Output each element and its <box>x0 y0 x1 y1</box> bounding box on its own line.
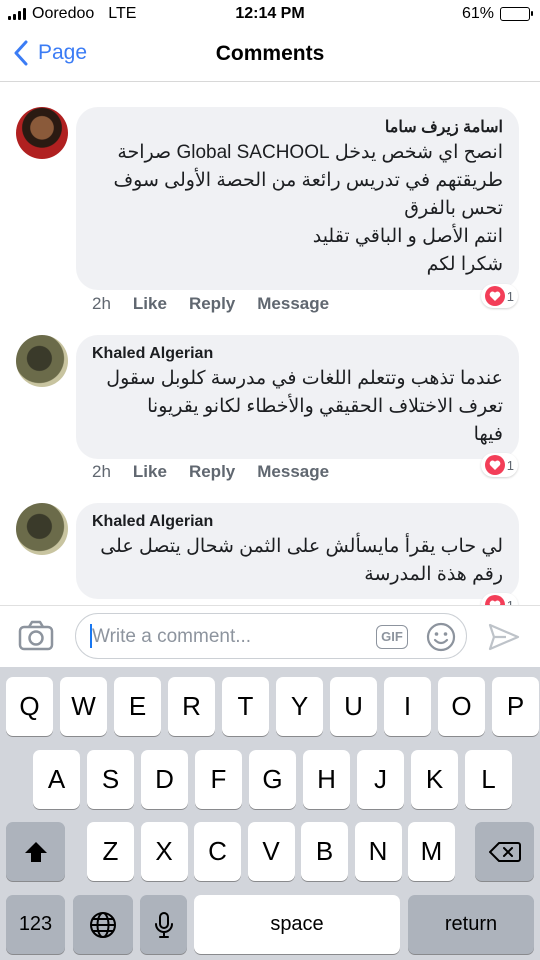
reaction-count[interactable]: 1 <box>480 593 518 606</box>
status-time: 12:14 PM <box>235 5 305 22</box>
message-button[interactable]: Message <box>257 294 329 314</box>
comment-line: طريقتهم في تدريس رائعة من الحصة الأولى س… <box>113 170 503 191</box>
comment-text: انصح اي شخص يدخل Global SACHOOL صراحة طر… <box>92 139 503 279</box>
backspace-icon <box>488 841 521 862</box>
key-w[interactable]: W <box>60 677 107 736</box>
avatar[interactable] <box>16 107 68 159</box>
key-p[interactable]: P <box>492 677 539 736</box>
reply-button[interactable]: Reply <box>189 462 235 482</box>
comment-line: تعرف الاختلاف الحقيقي والأخطاء لكانو يقر… <box>147 396 503 417</box>
comments-list[interactable]: اسامة زيرف ساما انصح اي شخص يدخل Global … <box>0 83 540 605</box>
backspace-key[interactable] <box>475 822 534 881</box>
key-o[interactable]: O <box>438 677 485 736</box>
key-c[interactable]: C <box>194 822 241 881</box>
globe-icon <box>90 911 116 938</box>
key-j[interactable]: J <box>357 750 404 809</box>
key-v[interactable]: V <box>247 822 295 881</box>
status-bar: Ooredoo LTE 12:14 PM 61% <box>0 0 540 30</box>
like-button[interactable]: Like <box>133 294 167 314</box>
battery-percent: 61% <box>461 5 494 22</box>
comment-line: عندما تذهب وتتعلم اللغات في مدرسة كلوبل … <box>106 368 503 389</box>
screen: Ooredoo LTE 12:14 PM 61% Page Comments ا… <box>0 0 540 960</box>
reaction-number: 1 <box>506 597 514 606</box>
key-n[interactable]: N <box>354 822 402 881</box>
page-title: Comments <box>215 42 325 65</box>
dictation-key[interactable] <box>140 895 187 954</box>
key-r[interactable]: R <box>168 677 215 736</box>
send-icon[interactable] <box>488 623 520 651</box>
like-button[interactable]: Like <box>133 462 167 482</box>
key-a[interactable]: A <box>33 750 80 809</box>
key-t[interactable]: T <box>222 677 269 736</box>
key-d[interactable]: D <box>141 750 188 809</box>
comment-bubble[interactable]: Khaled Algerian لي حاب يقرأ مايسألش على … <box>76 503 519 599</box>
key-x[interactable]: X <box>140 822 188 881</box>
status-right: 61% <box>461 5 533 23</box>
key-s[interactable]: S <box>87 750 134 809</box>
key-m[interactable]: M <box>408 822 455 881</box>
key-k[interactable]: K <box>411 750 458 809</box>
avatar[interactable] <box>16 335 68 387</box>
comment-actions: 2h Like Reply Message <box>92 462 329 482</box>
message-button[interactable]: Message <box>257 462 329 482</box>
globe-key[interactable] <box>73 895 133 954</box>
comment-author[interactable]: Khaled Algerian <box>92 513 503 531</box>
key-h[interactable]: H <box>303 750 350 809</box>
nav-bar: Page Comments <box>0 30 540 82</box>
comment-time: 2h <box>92 294 111 313</box>
shift-arrow-icon <box>24 841 47 862</box>
comment-input[interactable]: Write a comment... GIF <box>75 613 467 659</box>
key-z[interactable]: Z <box>87 822 134 881</box>
comment-text: عندما تذهب وتتعلم اللغات في مدرسة كلوبل … <box>92 365 503 449</box>
comment-line: انتم الأصل و الباقي تقليد <box>312 226 503 247</box>
keyboard: QWERTYUIOP ASDFGHJKL ZXCVBNM 123 space r… <box>0 667 540 960</box>
key-u[interactable]: U <box>330 677 377 736</box>
microphone-icon <box>154 911 173 938</box>
shift-key[interactable] <box>6 822 65 881</box>
key-e[interactable]: E <box>114 677 161 736</box>
key-y[interactable]: Y <box>276 677 323 736</box>
comment-composer: Write a comment... GIF <box>0 605 540 667</box>
comment-line: انصح اي شخص يدخل Global SACHOOL صراحة <box>117 142 503 163</box>
reaction-number: 1 <box>506 288 514 304</box>
comment-text: لي حاب يقرأ مايسألش على الثمن شحال يتصل … <box>92 533 503 589</box>
emoji-icon[interactable] <box>426 622 456 652</box>
comment-line: شكرا لكم <box>426 254 503 275</box>
comment-placeholder: Write a comment... <box>92 626 252 647</box>
reaction-number: 1 <box>506 457 514 473</box>
comment-line: لي حاب يقرأ مايسألش على الثمن شحال يتصل … <box>100 536 503 557</box>
return-key[interactable]: return <box>408 895 534 954</box>
reaction-count[interactable]: 1 <box>480 284 518 308</box>
reply-button[interactable]: Reply <box>189 294 235 314</box>
comment-line: تحس بالفرق <box>404 198 503 219</box>
key-l[interactable]: L <box>465 750 512 809</box>
comment-actions: 2h Like Reply Message <box>92 294 329 314</box>
comment-bubble[interactable]: Khaled Algerian عندما تذهب وتتعلم اللغات… <box>76 335 519 459</box>
heart-icon <box>484 455 505 475</box>
key-i[interactable]: I <box>384 677 431 736</box>
comment-author[interactable]: Khaled Algerian <box>92 345 503 363</box>
comment-line: رقم هذة المدرسة <box>364 564 503 585</box>
gif-button[interactable]: GIF <box>376 625 408 649</box>
key-b[interactable]: B <box>301 822 348 881</box>
key-q[interactable]: Q <box>6 677 53 736</box>
heart-icon <box>484 286 505 306</box>
heart-icon <box>484 595 505 605</box>
key-f[interactable]: F <box>195 750 242 809</box>
camera-icon[interactable] <box>18 620 54 652</box>
space-key[interactable]: space <box>194 895 400 954</box>
avatar[interactable] <box>16 503 68 555</box>
key-g[interactable]: G <box>249 750 296 809</box>
numbers-key[interactable]: 123 <box>6 895 65 954</box>
comment-bubble[interactable]: اسامة زيرف ساما انصح اي شخص يدخل Global … <box>76 107 519 290</box>
battery-icon <box>500 7 533 21</box>
comment-time: 2h <box>92 462 111 481</box>
comment-line: فيها <box>473 424 503 445</box>
reaction-count[interactable]: 1 <box>480 453 518 477</box>
comment-author[interactable]: اسامة زيرف ساما <box>92 117 503 137</box>
